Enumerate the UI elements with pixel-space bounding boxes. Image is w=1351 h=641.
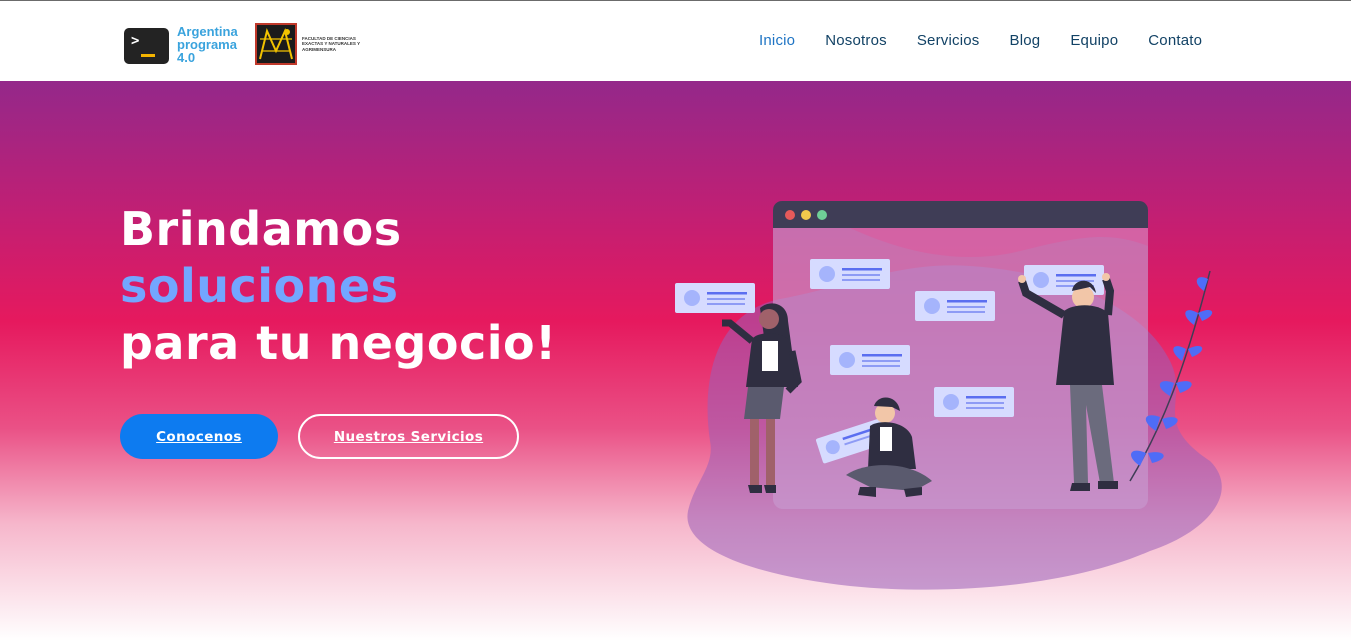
headline-highlight: soluciones <box>120 259 399 313</box>
nav-inicio[interactable]: Inicio <box>759 32 795 49</box>
main-nav: Inicio Nosotros Servicios Blog Equipo Co… <box>759 32 1232 49</box>
nav-nosotros[interactable]: Nosotros <box>825 32 887 49</box>
faculty-seal-icon <box>255 23 297 65</box>
terminal-cursor <box>141 53 155 57</box>
brand-name: Argentina programa 4.0 <box>177 23 238 65</box>
nav-servicios[interactable]: Servicios <box>917 32 980 49</box>
headline-line-3: para tu negocio! <box>120 316 557 370</box>
nav-equipo[interactable]: Equipo <box>1070 32 1118 49</box>
conocenos-button[interactable]: Conocenos <box>120 414 278 459</box>
faculty-name: Facultad de Ciencias Exactas y Naturales… <box>302 35 361 52</box>
nuestros-servicios-button[interactable]: Nuestros Servicios <box>298 414 519 459</box>
brand-logo[interactable]: > Argentina programa 4.0 Facultad de Cie… <box>124 23 372 65</box>
site-header: > Argentina programa 4.0 Facultad de Cie… <box>0 1 1351 81</box>
terminal-icon: > <box>124 27 169 64</box>
nav-blog[interactable]: Blog <box>1010 32 1041 49</box>
hero-headline: Brindamos soluciones para tu negocio! <box>120 201 557 372</box>
nav-contato[interactable]: Contato <box>1148 32 1202 49</box>
team-collaboration-illustration <box>675 201 1222 590</box>
headline-line-1: Brindamos <box>120 202 402 256</box>
hero-section: Brindamos soluciones para tu negocio! Co… <box>0 81 1351 641</box>
terminal-prompt: > <box>131 32 140 49</box>
